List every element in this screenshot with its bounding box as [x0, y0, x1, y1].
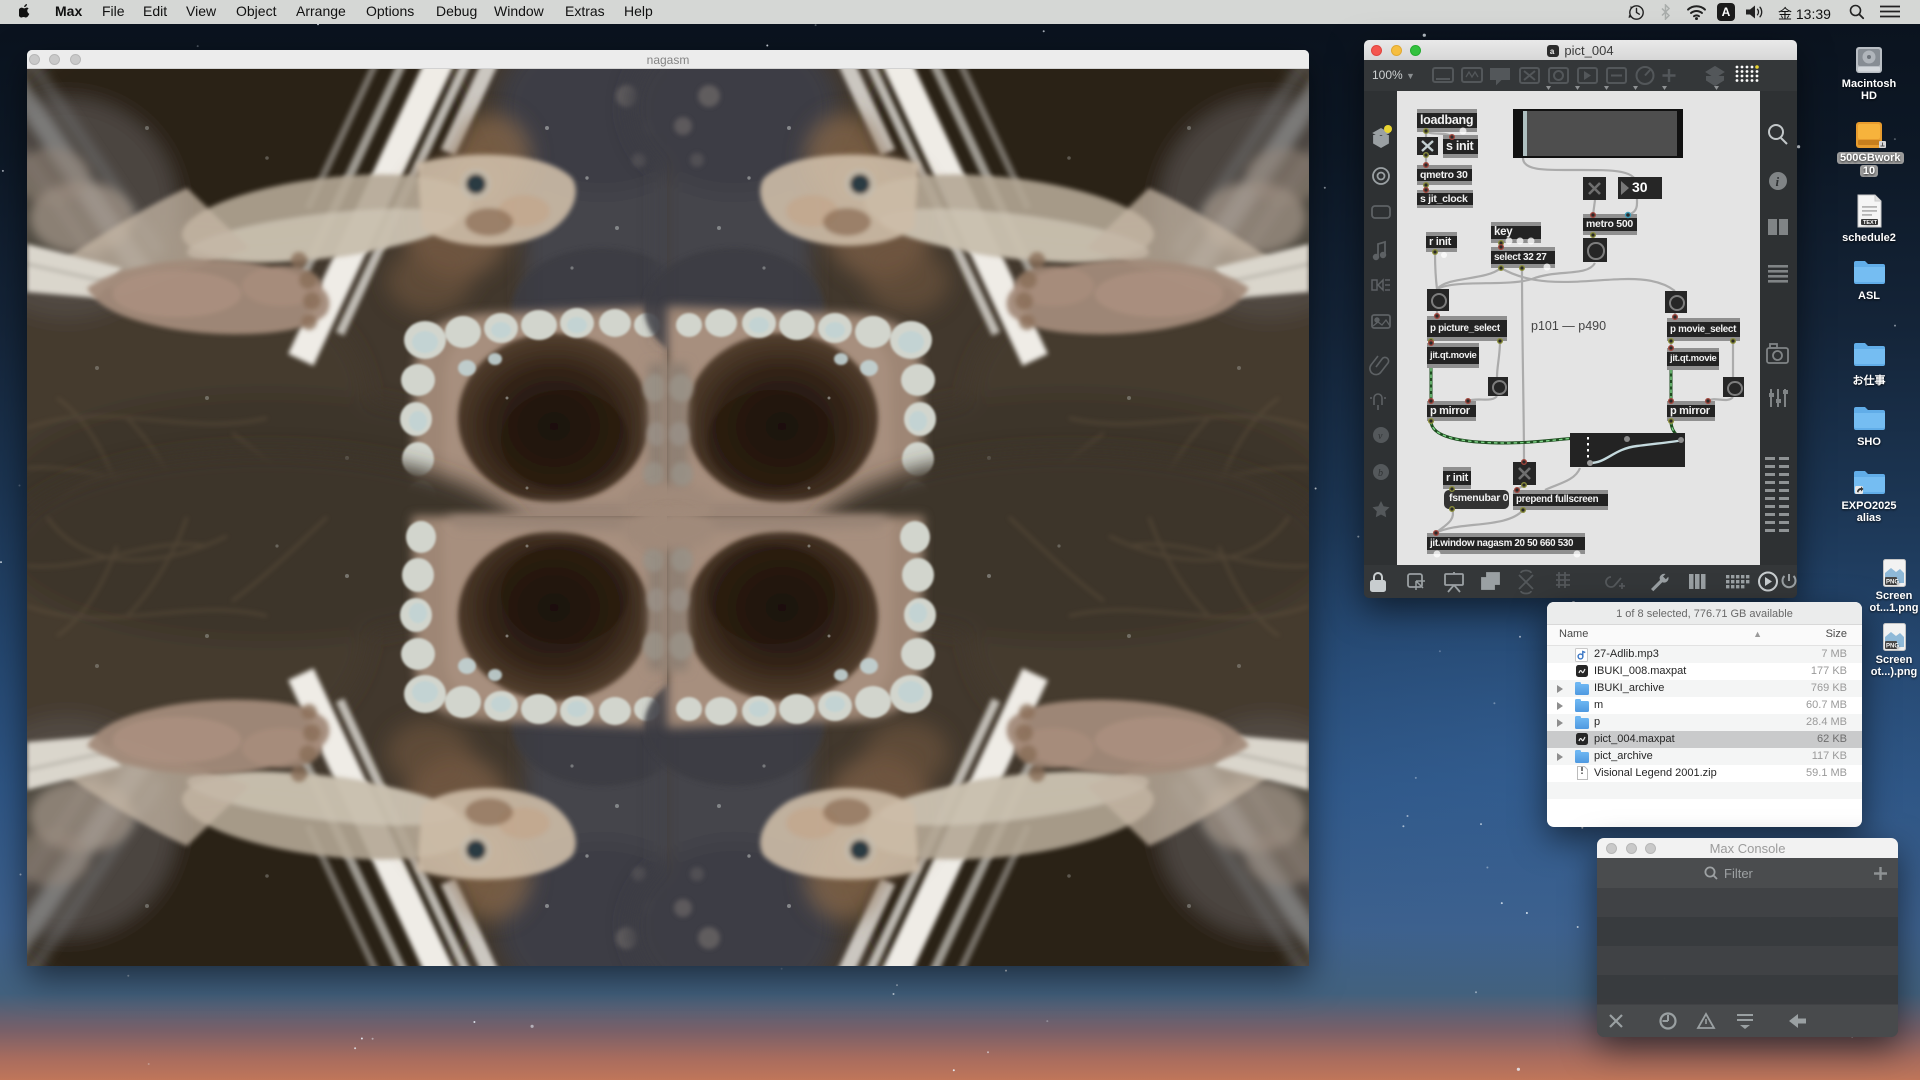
svg-text:PNG: PNG: [1886, 580, 1899, 586]
svg-text:PNG: PNG: [1886, 644, 1899, 650]
svg-text:v: v: [1378, 431, 1383, 442]
svg-text:i: i: [1776, 174, 1780, 189]
svg-text:b: b: [1378, 468, 1383, 479]
svg-text:TEXT: TEXT: [1863, 220, 1878, 226]
